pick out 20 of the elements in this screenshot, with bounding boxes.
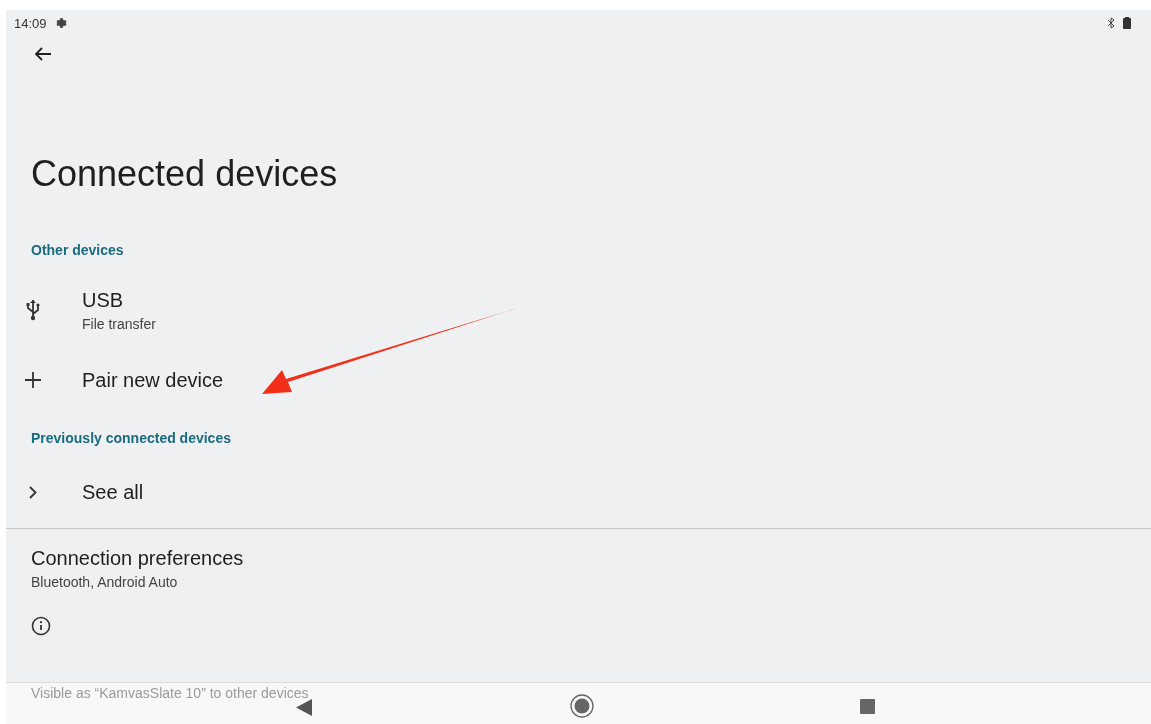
status-time: 14:09	[14, 15, 47, 31]
back-arrow-icon[interactable]	[34, 46, 52, 62]
battery-icon	[1123, 17, 1131, 29]
bluetooth-icon	[1107, 17, 1115, 29]
preferences-subtitle: Bluetooth, Android Auto	[31, 574, 179, 590]
info-icon	[31, 616, 51, 636]
visibility-note: Visible as “KamvasSlate 10” to other devices	[31, 685, 309, 701]
list-item-title[interactable]: See all	[82, 480, 144, 504]
back-triangle-icon[interactable]	[296, 699, 312, 716]
section-header: Previously connected devices	[31, 430, 232, 448]
list-item-title[interactable]: Pair new device	[82, 368, 224, 392]
page-title: Connected devices	[31, 154, 339, 194]
section-header: Other devices	[31, 242, 125, 260]
list-item-title[interactable]: USB	[82, 288, 156, 312]
preferences-title[interactable]: Connection preferences	[31, 547, 1151, 570]
usb-icon	[25, 299, 40, 321]
plus-icon	[24, 372, 41, 388]
list-item-subtitle: File transfer	[82, 315, 156, 332]
chevron-right-icon	[28, 485, 37, 499]
home-circle-icon[interactable]	[570, 694, 594, 718]
